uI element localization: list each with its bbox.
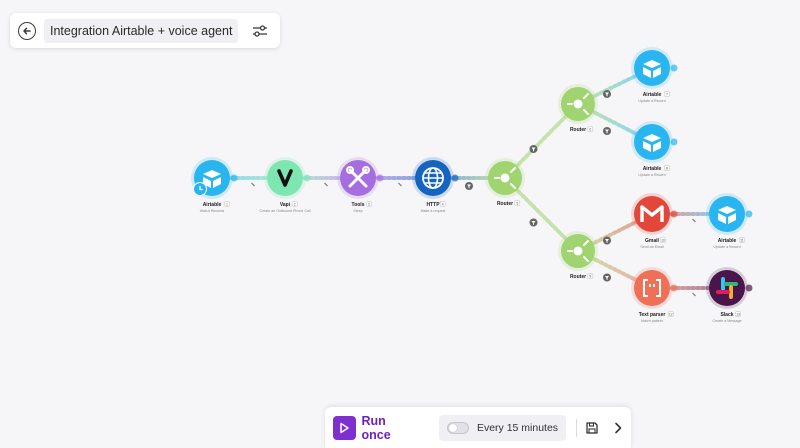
wrench-icon[interactable] (251, 182, 255, 187)
run-once-label: Run once (361, 413, 391, 442)
play-icon (333, 415, 356, 440)
module-text-parser[interactable]: Text parser 12 Match pattern (631, 267, 678, 323)
module-sublabel: Create an Outbound Phone Call (259, 209, 310, 213)
module-vapi[interactable]: Vapi 2 Create an Outbound Phone Call (259, 157, 311, 213)
filter-icon[interactable] (529, 218, 538, 227)
svg-text:8: 8 (666, 166, 668, 170)
wrench-icon[interactable] (692, 292, 696, 297)
module-label: Airtable (643, 92, 662, 98)
svg-text:1: 1 (226, 202, 228, 206)
toggle-switch[interactable] (446, 421, 469, 434)
add-connection-handle[interactable] (670, 284, 678, 292)
filter-icon[interactable] (465, 182, 473, 190)
module-router[interactable]: Router 9 (558, 231, 598, 280)
module-airtable[interactable]: Airtable 1Watch Records (191, 157, 238, 213)
svg-text:11: 11 (740, 238, 744, 242)
svg-text:3: 3 (368, 202, 370, 206)
module-sublabel: Update a Record (638, 99, 665, 103)
svg-text:7: 7 (666, 92, 668, 96)
bottom-toolbar: Run once Every 15 minutes (325, 407, 631, 448)
module-gmail[interactable]: Gmail 10 Send an Email (631, 193, 678, 249)
add-connection-handle[interactable] (303, 174, 311, 182)
add-connection-handle[interactable] (670, 64, 678, 72)
module-label: Text parser (639, 312, 666, 318)
svg-text:9: 9 (589, 274, 591, 278)
module-airtable[interactable]: Airtable 8Update a Record (631, 121, 678, 177)
module-sublabel: Match pattern (641, 319, 663, 323)
module-label: Gmail (645, 238, 660, 244)
filter-icon[interactable] (603, 90, 611, 98)
module-label: Vapi (280, 202, 291, 208)
sliders-settings-icon[interactable] (252, 24, 268, 38)
toolbar-divider (576, 418, 577, 437)
scenario-canvas[interactable]: Airtable 1Watch Records Vapi 2 Create an Out… (0, 0, 800, 448)
scenario-header: Integration Airtable + voice agent (10, 13, 280, 48)
module-airtable[interactable]: Airtable 11Update a Record (706, 193, 753, 249)
module-router[interactable]: Router 5 (485, 158, 525, 207)
svg-text:4: 4 (442, 202, 444, 206)
svg-text:6: 6 (589, 127, 591, 131)
svg-text:12: 12 (669, 312, 673, 316)
filter-icon[interactable] (529, 145, 538, 153)
module-sublabel: Update a Record (638, 173, 665, 177)
module-sublabel: Send an Email (640, 245, 664, 249)
filter-icon[interactable] (603, 236, 611, 245)
svg-text:10: 10 (661, 238, 665, 242)
wrench-icon[interactable] (324, 182, 328, 187)
add-connection-handle[interactable] (451, 174, 459, 182)
wrench-icon[interactable] (692, 218, 696, 223)
save-icon[interactable] (585, 421, 599, 435)
schedule-label: Every 15 minutes (476, 421, 559, 434)
module-sublabel: Sleep (353, 209, 362, 213)
add-connection-handle[interactable] (745, 284, 753, 292)
module-circle[interactable] (709, 270, 745, 306)
svg-text:5: 5 (516, 201, 518, 205)
module-label: Slack (720, 312, 733, 318)
svg-text:13: 13 (736, 312, 740, 316)
module-tools[interactable]: Tools 3 Sleep (337, 157, 384, 213)
module-circle[interactable] (634, 270, 670, 306)
add-connection-handle[interactable] (230, 174, 238, 182)
back-arrow-icon[interactable] (18, 21, 36, 40)
module-airtable[interactable]: Airtable 7Update a Record (631, 47, 678, 103)
wrench-icon[interactable] (398, 182, 402, 187)
add-connection-handle[interactable] (376, 174, 384, 182)
module-slack[interactable]: Slack 13 Create a Message (706, 267, 753, 323)
scenario-name-input[interactable]: Integration Airtable + voice agent (44, 18, 239, 43)
module-http[interactable]: HTTP 4 Make a request (412, 157, 459, 213)
module-sublabel: Update a Record (713, 245, 740, 249)
module-label: Airtable (203, 202, 222, 208)
module-sublabel: Watch Records (200, 209, 225, 213)
schedule-toggle[interactable]: Every 15 minutes (438, 414, 567, 441)
module-label: Router (570, 127, 586, 133)
module-circle[interactable] (267, 160, 303, 196)
svg-text:2: 2 (294, 202, 296, 206)
module-label: Router (497, 201, 513, 207)
module-label: Airtable (718, 238, 737, 244)
add-connection-handle[interactable] (670, 210, 678, 218)
add-connection-handle[interactable] (745, 210, 753, 218)
module-label: Tools (352, 202, 365, 208)
module-label: Airtable (643, 166, 662, 172)
module-router[interactable]: Router 6 (558, 84, 598, 133)
module-sublabel: Make a request (421, 209, 446, 213)
module-label: Router (570, 274, 586, 280)
filter-icon[interactable] (603, 273, 611, 282)
filter-icon[interactable] (603, 127, 611, 135)
chevron-right-icon[interactable] (613, 422, 623, 434)
run-once-button[interactable]: Run once (333, 414, 415, 442)
module-label: HTTP (426, 202, 440, 208)
module-sublabel: Create a Message (712, 319, 741, 323)
add-connection-handle[interactable] (670, 138, 678, 146)
